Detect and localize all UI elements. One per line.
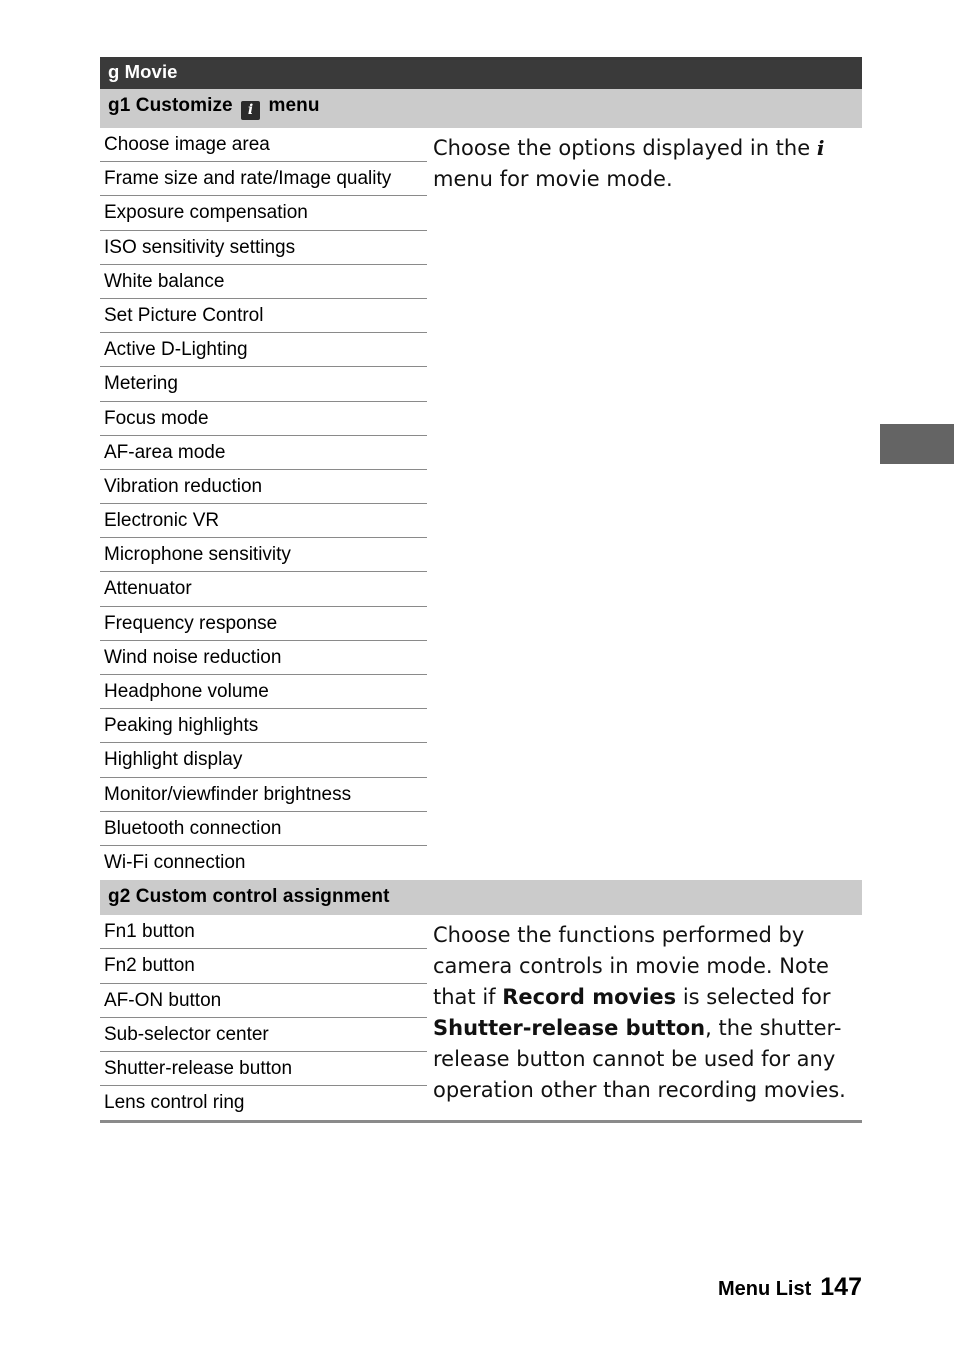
group-header-movie: g Movie (100, 57, 862, 89)
description-seg-2: is selected for (676, 985, 831, 1010)
group-header-label: g Movie (108, 61, 178, 82)
list-item[interactable]: Electronic VR (100, 504, 427, 539)
list-item[interactable]: Highlight display (100, 743, 427, 778)
footer-page-number: 147 (820, 1273, 862, 1301)
list-item[interactable]: Sub-selector center (100, 1018, 427, 1052)
i-menu-icon: i (241, 101, 261, 120)
section-body-g2: Fn1 button Fn2 button AF-ON button Sub-s… (100, 915, 862, 1120)
section-g1-description: Choose the options displayed in the i me… (427, 128, 862, 195)
list-item[interactable]: Vibration reduction (100, 470, 427, 505)
list-item[interactable]: Peaking highlights (100, 709, 427, 744)
list-item[interactable]: Headphone volume (100, 675, 427, 710)
list-item[interactable]: Focus mode (100, 402, 427, 436)
list-item[interactable]: Attenuator (100, 572, 427, 607)
section-header-g1-suffix: menu (268, 95, 320, 116)
section-g2-description: Choose the functions performed by camera… (427, 915, 862, 1106)
list-item[interactable]: Shutter-release button (100, 1052, 427, 1087)
footer-section-label: Menu List (717, 1278, 812, 1300)
list-item[interactable]: Fn1 button (100, 915, 427, 950)
list-item[interactable]: AF-ON button (100, 984, 427, 1018)
page-footer: Menu List 147 (718, 1273, 862, 1302)
section-header-g1-prefix: g1 Customize (108, 95, 233, 116)
description-seg-3-bold: Shutter-release button (433, 1016, 706, 1041)
list-item[interactable]: White balance (100, 265, 427, 299)
section-header-g1: g1 Customize i menu (100, 89, 862, 128)
section-header-g2: g2 Custom control assignment (100, 880, 862, 916)
section-g1-item-list: Choose image area Frame size and rate/Im… (100, 128, 427, 880)
list-item[interactable]: Exposure compensation (100, 196, 427, 231)
section-body-g1: Choose image area Frame size and rate/Im… (100, 128, 862, 880)
list-item[interactable]: Set Picture Control (100, 299, 427, 334)
document-page: g Movie g1 Customize i menu Choose image… (0, 0, 954, 1345)
list-item[interactable]: Monitor/viewfinder brightness (100, 778, 427, 812)
list-item[interactable]: ISO sensitivity settings (100, 231, 427, 265)
list-item[interactable]: Frequency response (100, 607, 427, 641)
description-text-part2: menu for movie mode. (433, 167, 673, 191)
list-item[interactable]: Fn2 button (100, 949, 427, 984)
list-item[interactable]: Active D-Lighting (100, 333, 427, 368)
list-item[interactable]: Wind noise reduction (100, 641, 427, 675)
section-header-g2-label: g2 Custom control assignment (108, 886, 390, 908)
i-button-icon: i (816, 136, 825, 160)
section-g2-item-list: Fn1 button Fn2 button AF-ON button Sub-s… (100, 915, 427, 1120)
list-item[interactable]: AF-area mode (100, 436, 427, 470)
list-item[interactable]: Frame size and rate/Image quality (100, 162, 427, 197)
list-item[interactable]: Bluetooth connection (100, 812, 427, 846)
list-item[interactable]: Wi-Fi connection (100, 846, 427, 880)
table-bottom-rule (100, 1120, 862, 1123)
list-item[interactable]: Microphone sensitivity (100, 538, 427, 573)
description-seg-1-bold: Record movies (502, 985, 677, 1010)
list-item[interactable]: Choose image area (100, 128, 427, 163)
list-item[interactable]: Metering (100, 367, 427, 402)
list-item[interactable]: Lens control ring (100, 1086, 427, 1120)
description-text-part1: Choose the options displayed in the (433, 136, 817, 160)
menu-list-table: g Movie g1 Customize i menu Choose image… (100, 57, 862, 1123)
edge-tab-marker (880, 424, 954, 464)
